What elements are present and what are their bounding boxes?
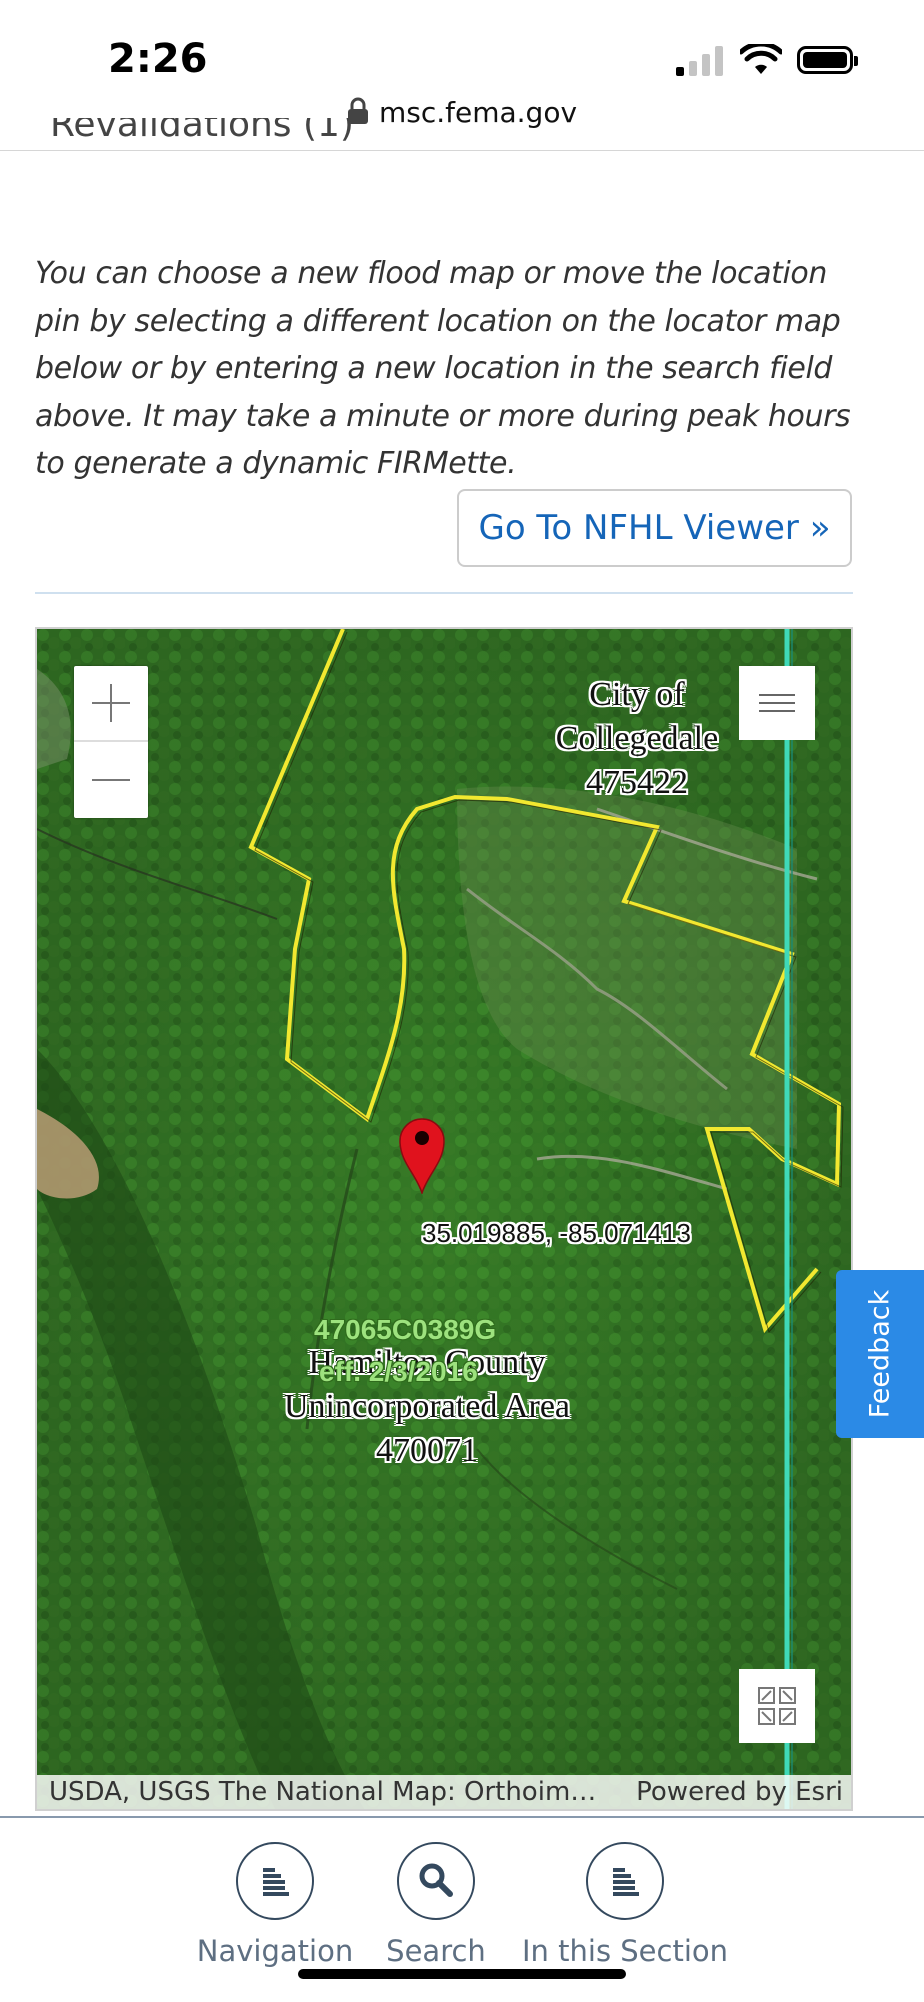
info-paragraph: You can choose a new flood map or move t… [35,256,851,481]
feedback-tab[interactable]: Feedback [836,1270,924,1438]
url-text: msc.fema.gov [378,96,578,129]
wifi-icon [740,44,782,74]
locator-map[interactable]: City of Collegedale 475422 35.019885, -8… [35,627,853,1811]
status-bar: 2:26 [0,0,924,100]
status-time: 2:26 [108,36,208,82]
search-label: Search [386,1934,486,1968]
overview-map-button[interactable] [739,1669,815,1743]
overview-map-icon [758,1687,796,1725]
zoom-in-button[interactable] [74,666,148,742]
location-pin-icon [399,1118,445,1194]
navigation-label: Navigation [196,1934,354,1968]
zoom-controls [74,666,148,818]
firm-panel-id: 47065C0389G [314,1314,497,1345]
firm-panel-effective-date: eff. 2/3/2016 [319,1356,478,1387]
battery-icon [797,46,858,74]
feedback-label: Feedback [864,1289,896,1419]
search-icon [419,1863,453,1897]
search-button[interactable]: Search [376,1842,496,1968]
in-this-section-label: In this Section [521,1934,729,1968]
list-icon [759,694,795,696]
zoom-out-button[interactable] [74,743,148,817]
menu-stack-icon [613,1868,639,1896]
city-of-collegedale-label: City of Collegedale 475422 [555,676,719,801]
in-this-section-button[interactable]: In this Section [520,1842,730,1968]
cellular-signal-icon [676,46,724,76]
map-attribution: USDA, USGS The National Map: Orthoim… Po… [37,1775,851,1809]
powered-by-esri[interactable]: Powered by Esri [636,1775,843,1809]
section-divider [35,592,853,594]
layers-list-button[interactable] [739,666,815,740]
imagery-attribution[interactable]: USDA, USGS The National Map: Orthoim… [49,1775,596,1809]
navigation-button[interactable]: Navigation [180,1842,370,1968]
go-to-nfhl-viewer-button[interactable]: Go To NFHL Viewer » [457,489,852,567]
menu-stack-icon [263,1868,289,1896]
coordinates-label: 35.019885, -85.071413 [422,1218,691,1248]
browser-divider [0,150,924,151]
home-indicator[interactable] [298,1969,626,1979]
